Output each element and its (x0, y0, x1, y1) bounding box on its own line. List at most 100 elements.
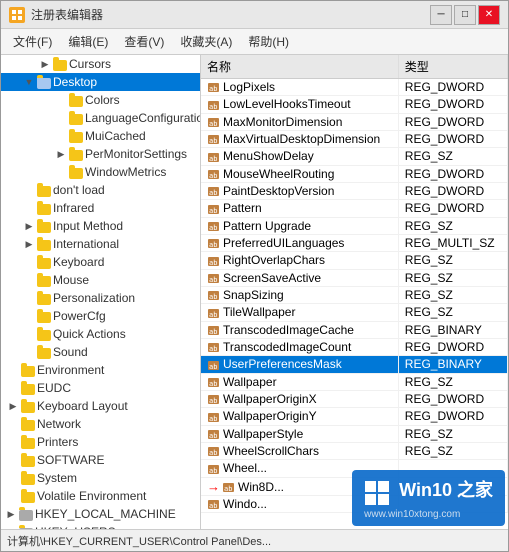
reg-value-icon: ab (207, 220, 220, 233)
minimize-button[interactable]: ─ (430, 5, 452, 25)
folder-icon (53, 60, 67, 71)
table-row[interactable]: abWheel... (201, 460, 508, 477)
table-row[interactable]: abPattern UpgradeREG_SZ (201, 217, 508, 234)
folder-icon (37, 240, 51, 251)
maximize-button[interactable]: □ (454, 5, 476, 25)
table-row[interactable]: abMenuShowDelayREG_SZ (201, 148, 508, 165)
reg-name-cell: abLogPixels (201, 79, 398, 96)
app-icon (9, 7, 25, 23)
table-row[interactable]: abTranscodedImageCacheREG_BINARY (201, 321, 508, 338)
folder-icon (37, 330, 51, 341)
table-row[interactable]: abWallpaperREG_SZ (201, 373, 508, 390)
tree-item-sound[interactable]: ▶ Sound (1, 343, 200, 361)
tree-label-volatile: Volatile Environment (37, 489, 146, 503)
menu-help[interactable]: 帮助(H) (240, 31, 297, 52)
close-button[interactable]: ✕ (478, 5, 500, 25)
expand-icon[interactable]: ▶ (21, 218, 37, 234)
menu-file[interactable]: 文件(F) (5, 31, 60, 52)
tree-item-personalization[interactable]: ▶ Personalization (1, 289, 200, 307)
table-row[interactable]: abMouseWheelRoutingREG_DWORD (201, 165, 508, 182)
registry-values-panel: 名称 类型 abLogPixelsREG_DWORDabLowLevelHook… (201, 55, 508, 529)
tree-label-language: LanguageConfiguration (85, 111, 201, 125)
reg-value-icon: ab (207, 324, 220, 337)
table-row[interactable]: abScreenSaveActiveREG_SZ (201, 269, 508, 286)
tree-label-colors: Colors (85, 93, 120, 107)
reg-value-icon: ab (207, 393, 220, 406)
tree-item-desktop[interactable]: ▼ Desktop (1, 73, 200, 91)
table-row[interactable]: abWallpaperOriginYREG_DWORD (201, 408, 508, 425)
tree-label-environment: Environment (37, 363, 104, 377)
col-name: 名称 (201, 55, 398, 79)
tree-item-keyboardlayout[interactable]: ▶ Keyboard Layout (1, 397, 200, 415)
svg-text:ab: ab (209, 207, 217, 215)
tree-item-windowmetrics[interactable]: ▶ WindowMetrics (1, 163, 200, 181)
reg-type-cell: REG_DWORD (398, 130, 507, 147)
table-row[interactable]: abWindo... (201, 495, 508, 512)
reg-value-icon: ab (207, 411, 220, 424)
tree-item-powercfg[interactable]: ▶ PowerCfg (1, 307, 200, 325)
tree-item-permonitor[interactable]: ▶ PerMonitorSettings (1, 145, 200, 163)
table-row[interactable]: abPaintDesktopVersionREG_DWORD (201, 182, 508, 199)
table-row[interactable]: abMaxVirtualDesktopDimensionREG_DWORD (201, 130, 508, 147)
reg-value-icon: ab (207, 428, 220, 441)
expand-icon[interactable]: ▼ (21, 74, 37, 90)
tree-item-cursors[interactable]: ▶ Cursors (1, 55, 200, 73)
tree-item-colors[interactable]: ▶ Colors (1, 91, 200, 109)
tree-item-international[interactable]: ▶ International (1, 235, 200, 253)
folder-icon (37, 222, 51, 233)
reg-type-cell: REG_SZ (398, 425, 507, 442)
table-row[interactable]: abSnapSizingREG_SZ (201, 286, 508, 303)
svg-text:ab: ab (209, 259, 217, 267)
menu-view[interactable]: 查看(V) (116, 31, 172, 52)
table-row[interactable]: abUserPreferencesMaskREG_BINARY (201, 356, 508, 373)
expand-icon[interactable]: ▶ (5, 398, 21, 414)
reg-name-cell: abWallpaper (201, 373, 398, 390)
tree-item-mouse[interactable]: ▶ Mouse (1, 271, 200, 289)
table-row[interactable]: abMaxMonitorDimensionREG_DWORD (201, 113, 508, 130)
tree-item-volatile[interactable]: ▶ Volatile Environment (1, 487, 200, 505)
tree-label-hklm: HKEY_LOCAL_MACHINE (35, 507, 176, 521)
table-row[interactable]: abPreferredUILanguagesREG_MULTI_SZ (201, 234, 508, 251)
tree-item-eudc[interactable]: ▶ EUDC (1, 379, 200, 397)
tree-label-permonitor: PerMonitorSettings (85, 147, 187, 161)
reg-type-cell: REG_DWORD (398, 113, 507, 130)
folder-icon (21, 474, 35, 485)
tree-item-muicached[interactable]: ▶ MuiCached (1, 127, 200, 145)
table-row[interactable]: abTranscodedImageCountREG_DWORD (201, 338, 508, 355)
tree-item-hklm[interactable]: ▶ HKEY_LOCAL_MACHINE (1, 505, 200, 523)
expand-icon[interactable]: ▶ (53, 146, 69, 162)
reg-value-icon: ab (207, 116, 220, 129)
table-row[interactable]: abLowLevelHooksTimeoutREG_DWORD (201, 96, 508, 113)
table-row[interactable]: abRightOverlapCharsREG_SZ (201, 252, 508, 269)
expand-icon[interactable]: ▶ (37, 56, 53, 72)
table-row[interactable]: →abWin8D... (201, 477, 508, 495)
reg-type-cell: REG_DWORD (398, 165, 507, 182)
tree-item-software[interactable]: ▶ SOFTWARE (1, 451, 200, 469)
table-row[interactable]: abWheelScrollCharsREG_SZ (201, 442, 508, 459)
menu-edit[interactable]: 编辑(E) (60, 31, 116, 52)
table-row[interactable]: abWallpaperOriginXREG_DWORD (201, 390, 508, 407)
reg-name-cell: abMaxMonitorDimension (201, 113, 398, 130)
tree-item-language[interactable]: ▶ LanguageConfiguration (1, 109, 200, 127)
tree-item-dontload[interactable]: ▶ don't load (1, 181, 200, 199)
tree-item-infrared[interactable]: ▶ Infrared (1, 199, 200, 217)
tree-item-printers[interactable]: ▶ Printers (1, 433, 200, 451)
table-row[interactable]: abTileWallpaperREG_SZ (201, 304, 508, 321)
expand-icon[interactable]: ▶ (21, 236, 37, 252)
window-title: 注册表编辑器 (31, 6, 424, 23)
tree-item-keyboard[interactable]: ▶ Keyboard (1, 253, 200, 271)
tree-item-quickactions[interactable]: ▶ Quick Actions (1, 325, 200, 343)
table-row[interactable]: abWallpaperStyleREG_SZ (201, 425, 508, 442)
folder-icon (69, 96, 83, 107)
tree-item-environment[interactable]: ▶ Environment (1, 361, 200, 379)
tree-item-network[interactable]: ▶ Network (1, 415, 200, 433)
menu-favorites[interactable]: 收藏夹(A) (172, 31, 240, 52)
reg-type-cell (398, 460, 507, 477)
table-row[interactable]: abLogPixelsREG_DWORD (201, 79, 508, 96)
tree-item-inputmethod[interactable]: ▶ Input Method (1, 217, 200, 235)
tree-label-dontload: don't load (53, 183, 105, 197)
reg-type-cell: REG_SZ (398, 442, 507, 459)
table-row[interactable]: abPatternREG_DWORD (201, 200, 508, 217)
expand-icon[interactable]: ▶ (3, 506, 19, 522)
tree-item-system[interactable]: ▶ System (1, 469, 200, 487)
